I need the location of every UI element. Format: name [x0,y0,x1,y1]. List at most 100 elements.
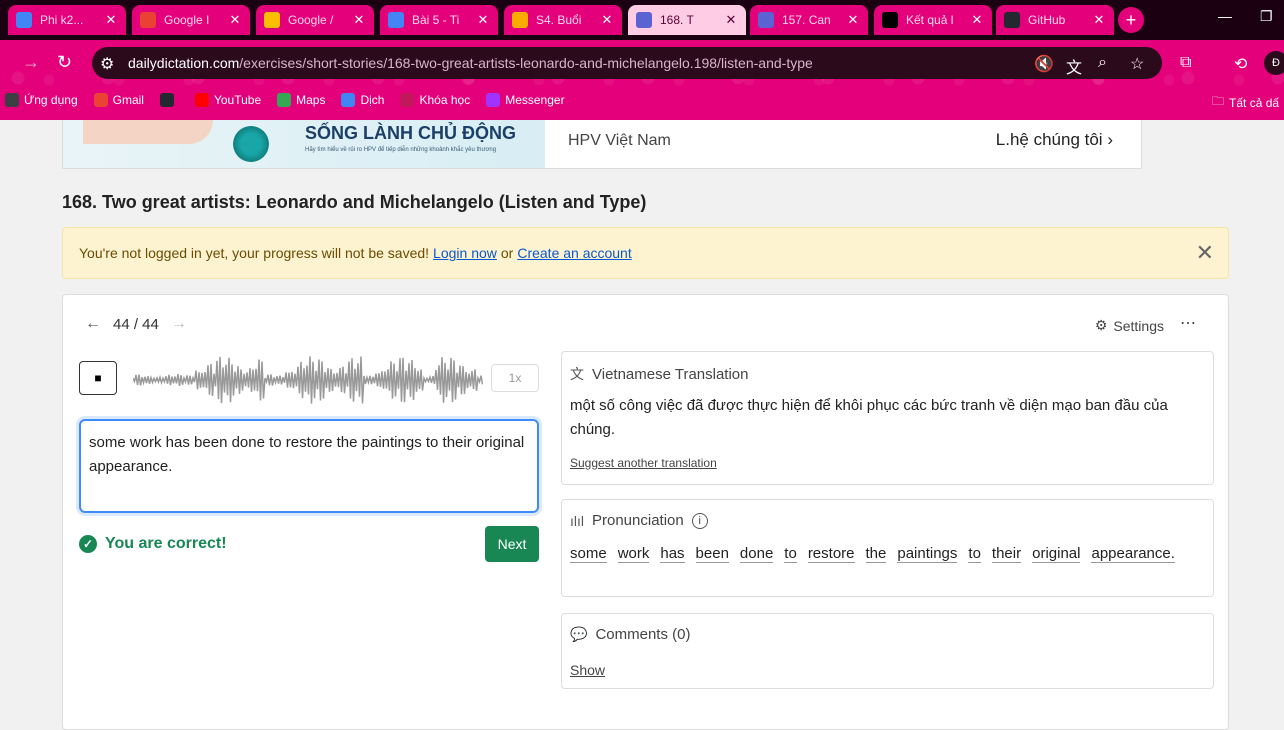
profile-avatar[interactable]: Đ [1264,51,1284,75]
create-account-link[interactable]: Create an account [517,245,631,261]
bookmark-favicon-icon [194,93,209,107]
next-arrow-icon[interactable]: → [171,315,187,333]
bookmark-favicon-icon [400,93,415,107]
check-circle-icon: ✓ [79,535,97,553]
answer-input[interactable]: some work has been done to restore the p… [79,419,539,513]
pronunciation-word[interactable]: has [660,545,685,563]
bookmark-item[interactable]: Messenger [486,93,565,107]
pronunciation-word[interactable]: some [570,545,607,563]
comments-heading: 💬 Comments (0) [570,626,690,643]
reload-icon[interactable]: ↻ [57,52,72,73]
forward-icon[interactable]: → [22,52,40,73]
tab-close-icon[interactable]: ✕ [228,12,242,28]
new-tab-button[interactable]: + [1118,7,1144,33]
bookmark-item[interactable]: Ứng dụng [5,93,78,107]
pronunciation-word[interactable]: to [968,545,981,563]
bookmark-item[interactable]: Gmail [93,93,144,107]
sentence-counter: ← 44 / 44 → [85,315,199,333]
counter-text: 44 / 44 [113,315,159,333]
ad-cta[interactable]: L.hệ chúng tôi › [996,130,1113,150]
page-content: SỐNG LÀNH CHỦ ĐỘNG Hãy tìm hiểu về rủi r… [0,120,1284,730]
next-button[interactable]: Next [485,526,539,562]
show-comments-link[interactable]: Show [570,662,605,678]
tab-close-icon[interactable]: ✕ [1092,12,1106,28]
browser-tab[interactable]: Kết quả l ✕ [874,5,992,35]
hand-illustration [83,120,213,144]
browser-tab[interactable]: 157. Can ✕ [750,5,868,35]
translate-icon[interactable]: 文 [1066,54,1082,78]
performance-icon[interactable]: ⟲ [1234,54,1247,74]
bookmark-item[interactable]: Maps [277,93,325,107]
tab-favicon-icon [16,12,32,28]
close-icon[interactable]: ✕ [1196,240,1214,266]
tab-close-icon[interactable]: ✕ [104,12,118,28]
comments-heading-text: Comments (0) [595,626,691,643]
all-bookmarks[interactable]: 🗀 Tất cả dấ [1212,92,1279,113]
pronunciation-word[interactable]: to [784,545,797,563]
url-host: dailydictation.com [128,55,240,71]
browser-tab[interactable]: 168. T ✕ [628,5,746,35]
answer-text: some work has been done to restore the p… [89,434,525,475]
browser-tab[interactable]: Phi k2... ✕ [8,5,126,35]
bookmark-star-icon[interactable]: ☆ [1130,54,1144,74]
bookmark-favicon-icon [5,93,19,107]
address-bar[interactable]: dailydictation.com/exercises/short-stori… [92,47,1162,79]
bookmark-favicon-icon [93,93,108,107]
tab-close-icon[interactable]: ✕ [724,12,738,28]
more-options-button[interactable]: ⋯ [1180,313,1196,333]
audio-waveform[interactable] [133,353,483,407]
prev-arrow-icon[interactable]: ← [85,315,101,333]
exercise-card: ← 44 / 44 → ⚙ Settings ⋯ ■ 1x some work … [62,294,1229,730]
tab-close-icon[interactable]: ✕ [476,12,490,28]
maximize-button[interactable]: ❐ [1260,8,1273,25]
bookmark-item[interactable]: Dịch [341,93,384,107]
pronunciation-word[interactable]: been [695,545,729,563]
bookmark-item[interactable]: Khóa học [400,93,470,107]
tab-close-icon[interactable]: ✕ [970,12,984,28]
tab-close-icon[interactable]: ✕ [600,12,614,28]
login-link[interactable]: Login now [433,245,497,261]
bookmark-label: Ứng dụng [24,93,78,107]
tab-favicon-icon [264,12,280,28]
bookmark-favicon-icon [159,93,174,107]
comments-panel: 💬 Comments (0) Show [561,613,1214,689]
ad-subline: Hãy tìm hiểu về rủi ro HPV để tiếp diễn … [305,147,497,153]
extensions-icon[interactable]: ⧉ [1180,54,1191,72]
tab-close-icon[interactable]: ✕ [352,12,366,28]
pronunciation-word[interactable]: their [991,545,1022,563]
browser-tab[interactable]: Google / ✕ [256,5,374,35]
tab-favicon-icon [636,12,652,28]
stop-button[interactable]: ■ [79,361,117,395]
speed-button[interactable]: 1x [491,364,539,392]
site-info-icon[interactable]: ⚙ [100,54,114,74]
pronunciation-word[interactable]: appearance. [1091,545,1175,563]
ad-brand: HPV Việt Nam [568,132,671,149]
tab-label: 168. T [660,13,694,27]
browser-tab[interactable]: GitHub ✕ [996,5,1114,35]
browser-tab[interactable]: S4. Buổi ✕ [504,5,622,35]
muted-icon[interactable]: 🔇 [1034,54,1054,74]
pronunciation-word[interactable]: done [739,545,774,563]
tab-close-icon[interactable]: ✕ [846,12,860,28]
ad-banner[interactable]: SỐNG LÀNH CHỦ ĐỘNG Hãy tìm hiểu về rủi r… [62,120,1142,169]
pronunciation-word[interactable]: paintings [897,545,958,563]
tab-favicon-icon [758,12,774,28]
pronunciation-word[interactable]: restore [807,545,855,563]
pronunciation-word[interactable]: the [865,545,887,563]
tab-label: GitHub [1028,13,1066,27]
suggest-translation-link[interactable]: Suggest another translation [570,456,717,470]
bookmark-favicon-icon [486,93,501,107]
pronunciation-word[interactable]: work [617,545,650,563]
pronunciation-word[interactable]: original [1032,545,1081,563]
settings-button[interactable]: ⚙ Settings [1095,317,1164,334]
bookmark-item[interactable]: YouTube [194,93,261,107]
info-icon[interactable]: i [691,512,708,529]
zoom-icon[interactable]: ⌕ [1098,54,1107,72]
tab-label: S4. Buổi [536,13,582,27]
pronunciation-panel: ılıl Pronunciation i some work has been done… [561,499,1214,597]
minimize-button[interactable]: — [1218,8,1232,24]
browser-tab[interactable]: Google I ✕ [132,5,250,35]
tab-favicon-icon [140,12,156,28]
browser-tab[interactable]: Bài 5 - Ti ✕ [380,5,498,35]
bookmark-item[interactable] [159,93,179,107]
